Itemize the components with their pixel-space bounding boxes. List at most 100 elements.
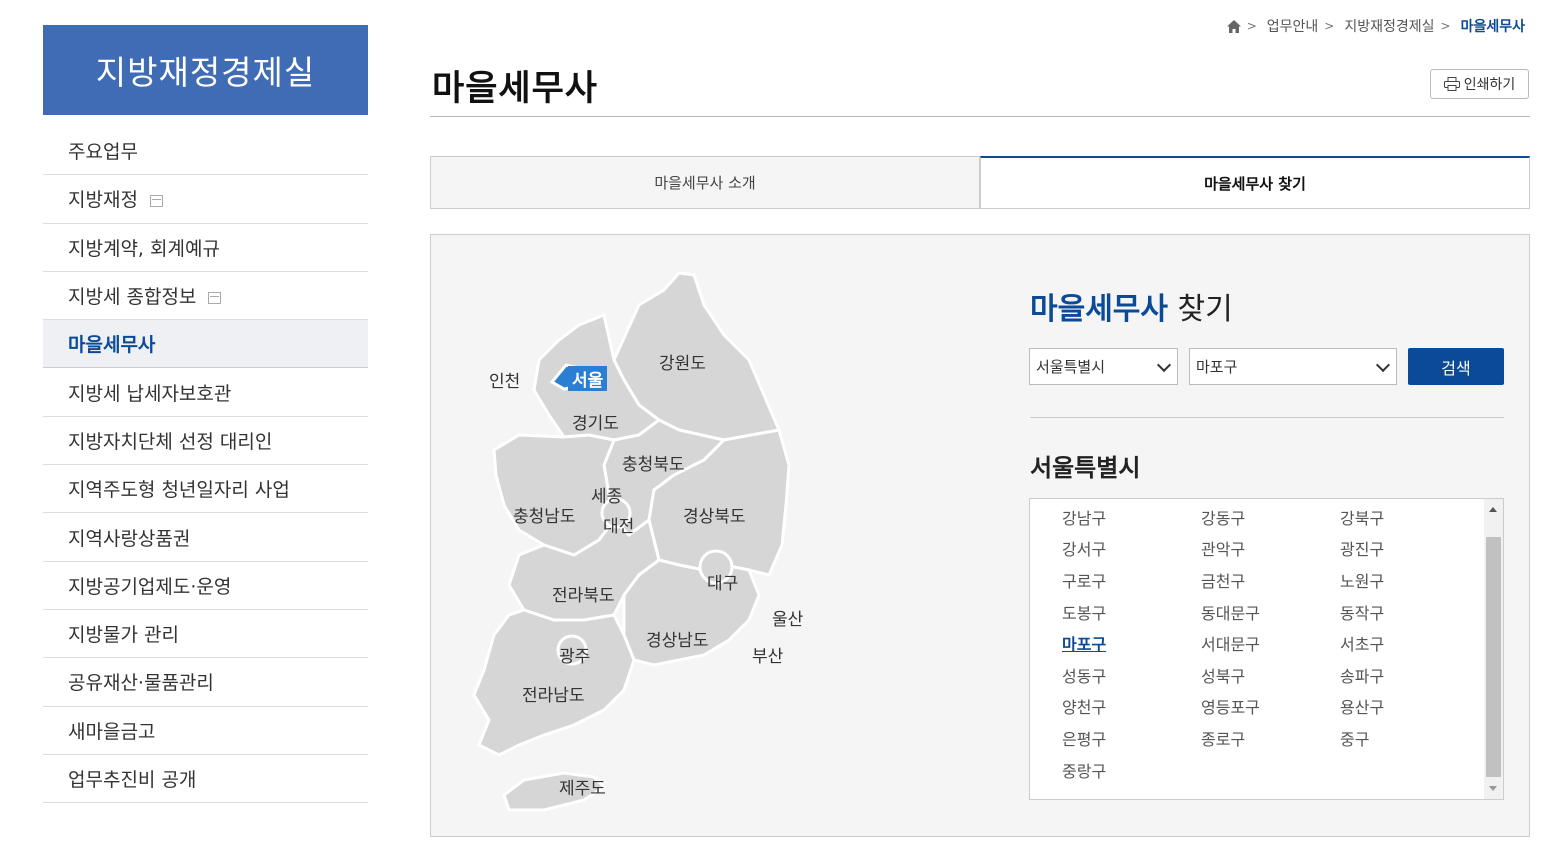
map-label-incheon[interactable]: 인천 (489, 367, 520, 392)
district-link[interactable]: 마포구 (1062, 627, 1201, 659)
district-link[interactable]: 노원구 (1340, 564, 1479, 596)
district-link[interactable]: 강서구 (1062, 533, 1201, 565)
breadcrumb-current[interactable]: 마을세무사 (1461, 16, 1525, 36)
print-button-label: 인쇄하기 (1463, 77, 1516, 93)
district-link[interactable]: 중구 (1340, 722, 1479, 754)
district-link[interactable]: 도봉구 (1062, 596, 1201, 628)
district-link[interactable]: 양천구 (1062, 691, 1201, 723)
city-heading: 서울특별시 (1030, 454, 1141, 482)
sidebar-menu: 주요업무 지방재정 지방계약, 회계예규 지방세 종합정보 마을세무사 지방세 … (43, 127, 368, 804)
district-select-value: 마포구 (1196, 358, 1238, 376)
print-button[interactable]: 인쇄하기 (1430, 69, 1529, 99)
district-link[interactable]: 동작구 (1340, 596, 1479, 628)
title-divider (430, 116, 1530, 117)
map-label-daegu[interactable]: 대구 (707, 569, 738, 594)
district-link[interactable]: 성동구 (1062, 659, 1201, 691)
map-label-gangwon[interactable]: 강원도 (659, 349, 706, 374)
sidebar-item-public-property[interactable]: 공유재산·물품관리 (43, 658, 368, 707)
district-link[interactable]: 서초구 (1340, 627, 1479, 659)
finder-title: 마을세무사 찾기 (1030, 284, 1233, 328)
sidebar-item-local-tax-info[interactable]: 지방세 종합정보 (43, 272, 368, 321)
sidebar-item-label: 지방계약, 회계예규 (68, 237, 220, 260)
submenu-icon (208, 291, 222, 304)
sidebar-item-label: 주요업무 (68, 141, 138, 164)
district-link[interactable]: 강남구 (1062, 501, 1201, 533)
korea-map (472, 271, 791, 812)
map-label-gyeongnam[interactable]: 경상남도 (646, 626, 709, 651)
sidebar-item-saemaeul-bank[interactable]: 새마을금고 (43, 707, 368, 755)
sidebar-item-label: 지방자치단체 선정 대리인 (68, 430, 273, 453)
city-select[interactable]: 서울특별시 (1029, 348, 1178, 385)
finder-title-rest: 찾기 (1177, 292, 1233, 327)
map-label-jeju[interactable]: 제주도 (559, 774, 606, 799)
district-select[interactable]: 마포구 (1189, 348, 1397, 385)
district-link[interactable]: 강북구 (1340, 501, 1479, 533)
tab-bar: 마을세무사 소개 마을세무사 찾기 (430, 156, 1530, 209)
breadcrumb-item[interactable]: 지방재정경제실 (1344, 16, 1434, 36)
district-grid: 강남구 강동구 강북구강서구 관악구 광진구구로구 금천구 노원구도봉구 동대문구 동작구마포구… (1062, 501, 1479, 785)
map-label-gyeonggi[interactable]: 경기도 (572, 409, 619, 434)
city-select-value: 서울특별시 (1036, 358, 1106, 376)
map-label-jeonbuk[interactable]: 전라북도 (552, 581, 615, 606)
breadcrumb-separator: > (1246, 19, 1257, 33)
sidebar-item-local-agent[interactable]: 지방자치단체 선정 대리인 (43, 417, 368, 466)
breadcrumb-separator: > (1440, 19, 1451, 33)
district-list[interactable]: 강남구 강동구 강북구강서구 관악구 광진구구로구 금천구 노원구도봉구 동대문구 동작구마포구… (1029, 498, 1504, 800)
sidebar-item-taxpayer-protector[interactable]: 지방세 납세자보호관 (43, 368, 368, 417)
district-link[interactable]: 서대문구 (1201, 627, 1340, 659)
chevron-down-icon (1375, 357, 1391, 373)
sidebar-item-local-public-enterprise[interactable]: 지방공기업제도·운영 (43, 562, 368, 610)
map-label-gwangju[interactable]: 광주 (559, 642, 590, 667)
sidebar-item-label: 지역사랑상품권 (68, 527, 191, 550)
map-label-chungbuk[interactable]: 충청북도 (622, 450, 685, 475)
sidebar-item-label: 지방세 납세자보호관 (68, 382, 232, 405)
sidebar-title: 지방재정경제실 (43, 25, 368, 115)
sidebar-item-local-finance[interactable]: 지방재정 (43, 175, 368, 224)
map-label-gyeongbuk[interactable]: 경상북도 (683, 502, 746, 527)
district-link[interactable]: 은평구 (1062, 722, 1201, 754)
map-label-busan[interactable]: 부산 (752, 642, 783, 667)
tab-introduction[interactable]: 마을세무사 소개 (430, 156, 980, 209)
district-link[interactable]: 관악구 (1201, 533, 1340, 565)
sidebar-item-youth-jobs[interactable]: 지역주도형 청년일자리 사업 (43, 465, 368, 514)
district-link[interactable]: 송파구 (1340, 659, 1479, 691)
breadcrumb-item[interactable]: 업무안내 (1267, 16, 1319, 36)
sidebar-item-local-prices[interactable]: 지방물가 관리 (43, 610, 368, 659)
home-icon[interactable] (1226, 19, 1241, 33)
sidebar-item-local-voucher[interactable]: 지역사랑상품권 (43, 513, 368, 562)
map-label-seoul[interactable]: 서울 (568, 366, 608, 391)
map-label-sejong[interactable]: 세종 (591, 482, 622, 507)
district-link[interactable]: 동대문구 (1201, 596, 1340, 628)
map-label-chungnam[interactable]: 충청남도 (513, 502, 576, 527)
tab-find[interactable]: 마을세무사 찾기 (980, 156, 1530, 209)
district-link[interactable]: 금천구 (1201, 564, 1340, 596)
printer-icon (1443, 77, 1460, 91)
sidebar-item-label: 업무추진비 공개 (68, 769, 197, 791)
search-button[interactable]: 검색 (1408, 348, 1504, 385)
sidebar-item-label: 지방물가 관리 (68, 624, 179, 647)
sidebar-item-main-work[interactable]: 주요업무 (43, 127, 368, 176)
district-link[interactable]: 구로구 (1062, 564, 1201, 596)
district-link[interactable]: 용산구 (1340, 691, 1479, 723)
district-link[interactable]: 중랑구 (1062, 754, 1201, 786)
sidebar-item-expense-disclosure[interactable]: 업무추진비 공개 (43, 755, 368, 804)
scroll-up-arrow-icon[interactable] (1489, 507, 1497, 512)
map-label-jeonnam[interactable]: 전라남도 (522, 681, 585, 706)
sidebar-item-village-tax-accountant[interactable]: 마을세무사 (43, 320, 368, 369)
submenu-icon (149, 194, 163, 207)
scrollbar[interactable] (1484, 499, 1503, 799)
district-link[interactable]: 성북구 (1201, 659, 1340, 691)
map-label-ulsan[interactable]: 울산 (772, 605, 803, 630)
district-link[interactable]: 영등포구 (1201, 691, 1340, 723)
finder-title-highlight: 마을세무사 (1030, 292, 1168, 327)
scroll-down-arrow-icon[interactable] (1489, 786, 1497, 791)
scroll-thumb[interactable] (1486, 537, 1501, 777)
district-link[interactable]: 강동구 (1201, 501, 1340, 533)
sidebar-item-label: 지방재정 (68, 189, 138, 212)
map-label-daejeon[interactable]: 대전 (603, 512, 634, 537)
sidebar-item-local-contract[interactable]: 지방계약, 회계예규 (43, 224, 368, 272)
district-link[interactable]: 광진구 (1340, 533, 1479, 565)
breadcrumb: > 업무안내 > 지방재정경제실 > 마을세무사 (1226, 16, 1525, 36)
district-link[interactable]: 종로구 (1201, 722, 1340, 754)
sidebar-item-label: 새마을금고 (68, 720, 156, 743)
